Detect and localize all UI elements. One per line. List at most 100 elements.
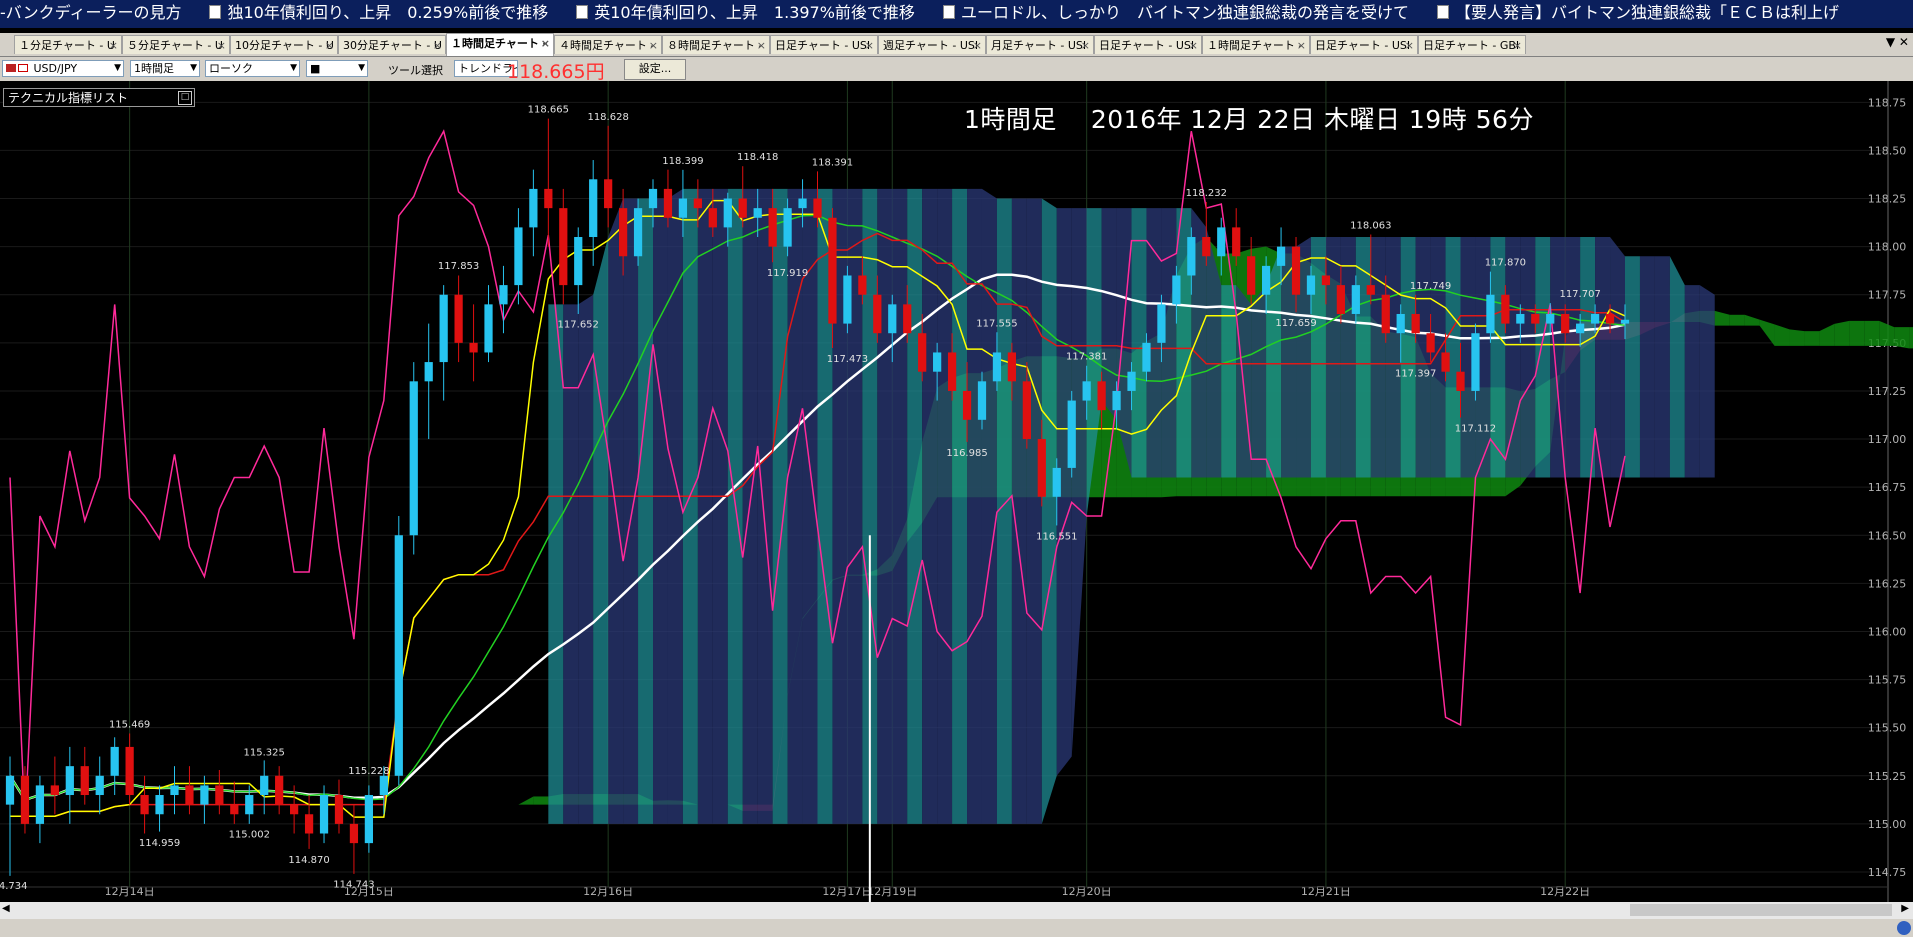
- candle-body: [648, 188, 658, 209]
- candle-body: [693, 198, 702, 209]
- candle-body: [529, 188, 538, 228]
- tab-chart-13[interactable]: 日足チャート - USI ×: [1310, 35, 1418, 54]
- indicator-list-toggle[interactable]: □: [178, 91, 192, 105]
- close-icon[interactable]: ×: [757, 36, 766, 54]
- scrollbar-thumb[interactable]: [1630, 904, 1892, 916]
- price-annotation: 115.325: [244, 747, 285, 758]
- secondary-cloud-segment: [1370, 237, 1386, 478]
- candle-body: [65, 766, 74, 796]
- candle-body: [1306, 275, 1316, 295]
- tab-chart-6[interactable]: ４時間足チャート - ×: [554, 35, 662, 54]
- technical-indicator-list[interactable]: テクニカル指標リスト □: [3, 88, 195, 107]
- candlestick-chart[interactable]: 114.75 115.00 115.25 115.50 115.75 116.00 116.…: [0, 81, 1913, 902]
- chart-style-select[interactable]: ローソク ▼: [205, 60, 300, 77]
- scroll-left-icon[interactable]: ◀: [2, 903, 10, 914]
- candle-body: [813, 198, 822, 218]
- tab-chart-10[interactable]: 月足チャート - USI ×: [986, 35, 1094, 54]
- ichimoku-cloud-segment: [1834, 320, 1850, 346]
- secondary-cloud-segment: [1625, 256, 1640, 478]
- tab-chart-3[interactable]: 10分足チャート - U ×: [230, 35, 338, 54]
- candle-body: [768, 208, 777, 247]
- candle-body: [1620, 319, 1630, 324]
- color-select[interactable]: ■ ▼: [306, 60, 368, 77]
- price-annotation: 118.232: [1186, 188, 1227, 199]
- y-tick-label: 115.50: [1868, 722, 1907, 735]
- ticker-item[interactable]: ユーロドル、しっかり バイトマン独連銀総裁の発言を受けて: [935, 0, 1409, 26]
- tab-chart-9[interactable]: 週足チャート - USI ×: [878, 35, 986, 54]
- close-icon[interactable]: ×: [217, 36, 226, 54]
- candle-body: [1516, 313, 1525, 324]
- close-icon[interactable]: ×: [1513, 36, 1522, 54]
- scroll-right-icon[interactable]: ▶: [1901, 903, 1909, 914]
- tool-select-label: ツール選択: [388, 64, 443, 77]
- tab-chart-14[interactable]: 日足チャート - GBI ×: [1418, 35, 1526, 54]
- candle-body: [1172, 275, 1181, 305]
- candle-body: [514, 227, 523, 286]
- close-icon[interactable]: ×: [973, 36, 982, 54]
- candle-body: [843, 275, 852, 324]
- candle-body: [1590, 313, 1600, 324]
- secondary-cloud-segment: [1550, 237, 1566, 478]
- tab-chart-2[interactable]: ５分足チャート - U ×: [122, 35, 230, 54]
- close-icon[interactable]: ×: [1189, 36, 1198, 54]
- timeframe-select[interactable]: 1時間足 ▼: [130, 60, 200, 77]
- price-annotation: 117.397: [1395, 369, 1436, 380]
- secondary-cloud-segment: [1251, 285, 1267, 478]
- candle-body: [1247, 256, 1256, 295]
- ticker-item[interactable]: -バンクディーラーの見方: [0, 0, 181, 26]
- close-icon[interactable]: ×: [1297, 36, 1306, 54]
- close-icon[interactable]: ×: [325, 36, 334, 54]
- candle-body: [1336, 285, 1345, 314]
- secondary-cloud-segment: [1610, 237, 1625, 478]
- tab-label: 月足チャート - USI: [991, 39, 1087, 52]
- candle-body: [319, 795, 329, 834]
- close-icon[interactable]: ×: [433, 36, 442, 54]
- tab-chart-1[interactable]: １分足チャート - U ×: [14, 35, 122, 54]
- candle-body: [35, 785, 45, 824]
- chevron-down-icon: ▼: [114, 63, 121, 73]
- close-icon[interactable]: ×: [1081, 36, 1090, 54]
- settings-button[interactable]: 設定...: [624, 59, 686, 80]
- secondary-cloud-segment: [697, 188, 713, 824]
- news-ticker[interactable]: -バンクディーラーの見方 独10年債利回り、上昇 0.259%前後で推移 英10年債…: [0, 0, 1913, 28]
- tab-chart-5[interactable]: １時間足チャート - ×: [446, 33, 554, 56]
- app-status-icon: [1897, 921, 1911, 935]
- candle-body: [1022, 381, 1031, 440]
- horizontal-scrollbar[interactable]: ◀ ▶: [0, 902, 1913, 919]
- tab-chart-12[interactable]: １時間足チャート - ×: [1202, 35, 1310, 54]
- tab-label: 30分足チャート - U: [343, 39, 442, 52]
- ticker-item[interactable]: 英10年債利回り、上昇 1.397%前後で推移: [568, 0, 915, 26]
- secondary-cloud-segment: [1520, 237, 1536, 478]
- ticker-item[interactable]: 独10年債利回り、上昇 0.259%前後で推移: [201, 0, 548, 26]
- candle-body: [125, 746, 134, 796]
- candle-body: [918, 333, 927, 372]
- currency-pair-select[interactable]: USD/JPY ▼: [2, 60, 124, 77]
- candle-body: [1426, 333, 1435, 353]
- secondary-cloud-segment: [1355, 237, 1371, 478]
- tab-chart-4[interactable]: 30分足チャート - U ×: [338, 35, 446, 54]
- tab-chart-8[interactable]: 日足チャート - USI ×: [770, 35, 878, 54]
- close-icon[interactable]: ×: [649, 36, 658, 54]
- close-icon[interactable]: ×: [541, 34, 550, 53]
- close-icon[interactable]: ×: [1405, 36, 1414, 54]
- candle-body: [1486, 294, 1495, 334]
- secondary-cloud-segment: [1535, 237, 1551, 478]
- ticker-item[interactable]: 【要人発言】バイトマン独連銀総裁「ＥＣＢは利上げ: [1429, 0, 1839, 26]
- tab-label: 日足チャート - USI: [1099, 39, 1195, 52]
- chart-headline: 1時間足 2016年 12月 22日 木曜日 19時 56分: [964, 105, 1534, 134]
- candle-body: [1366, 285, 1375, 295]
- candle-body: [185, 785, 194, 805]
- close-icon[interactable]: ×: [865, 36, 874, 54]
- close-icon[interactable]: ×: [109, 36, 118, 54]
- ticker-text: 【要人発言】バイトマン独連銀総裁「ＥＣＢは利上げ: [1454, 3, 1839, 22]
- candle-body: [828, 217, 837, 324]
- candle-body: [260, 775, 269, 796]
- candle-body: [589, 179, 598, 238]
- tab-label: 日足チャート - USI: [775, 39, 871, 52]
- y-tick-label: 117.75: [1868, 289, 1907, 302]
- chart-style-value: ローソク: [209, 62, 253, 75]
- tab-nav-buttons[interactable]: ▼ ✕: [1886, 35, 1909, 49]
- tab-chart-11[interactable]: 日足チャート - USI ×: [1094, 35, 1202, 54]
- secondary-cloud-segment: [981, 188, 997, 824]
- tab-chart-7[interactable]: ８時間足チャート - ×: [662, 35, 770, 54]
